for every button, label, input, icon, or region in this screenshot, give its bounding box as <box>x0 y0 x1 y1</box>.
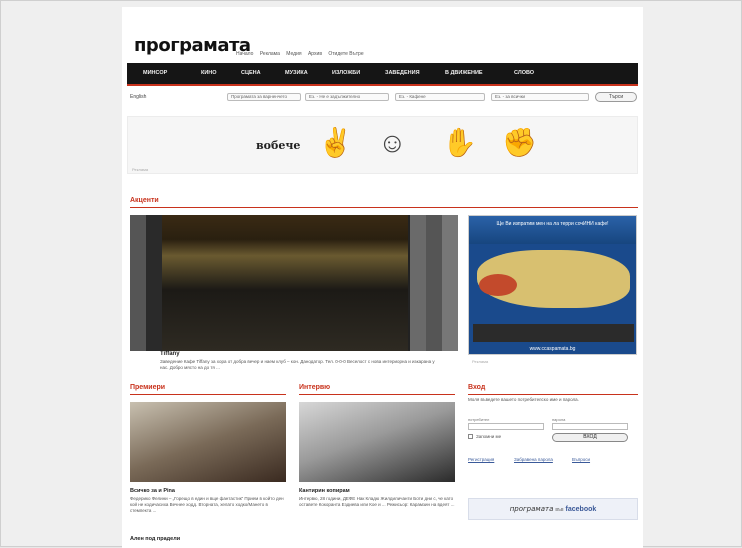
nav-item[interactable]: ИЗЛОЖБИ <box>332 70 360 76</box>
type-select[interactable]: Ез. - Не е задължително <box>305 93 389 101</box>
faces-icon: ☺ <box>378 127 407 158</box>
top-link[interactable]: Архив <box>308 51 322 57</box>
premiere-title[interactable]: Всичко за и Pina <box>130 488 175 494</box>
site-logo[interactable]: програмата <box>134 35 251 56</box>
nav-item[interactable]: МИНСОР <box>143 70 167 76</box>
login-heading: Вход <box>468 384 486 391</box>
questions-link[interactable]: Въпроси <box>572 457 590 462</box>
top-link[interactable]: Отидете Вътре <box>328 51 363 57</box>
fb-promo-left: програмата <box>509 505 554 513</box>
featured-slider[interactable] <box>130 215 458 351</box>
featured-text: Заведение Кафе Tiffany за хора от добра … <box>160 359 435 370</box>
map-ad[interactable]: Ще Ви изпратим мен на ла терри сочИНИ ка… <box>468 215 637 355</box>
hand-icon: ✋ <box>442 127 477 158</box>
accents-heading: Акценти <box>130 197 159 204</box>
login-form: Моля въведете вашето потребителско име и… <box>468 393 638 483</box>
password-input[interactable] <box>552 423 628 430</box>
nav-item[interactable]: КИНО <box>201 70 217 76</box>
username-label: потребител <box>468 417 490 422</box>
ad-banner[interactable]: Реклама вобече ✌ ☺ ✋ ✊ <box>127 116 638 174</box>
venue-select[interactable]: Ез. - Кафене <box>395 93 485 101</box>
slider-tab[interactable] <box>410 215 426 351</box>
rock-hand-icon: ✊ <box>502 127 537 158</box>
top-links: Начало Реклама Медия Архив Отидете Вътре <box>236 51 369 57</box>
top-link[interactable]: Медия <box>286 51 301 57</box>
language-link[interactable]: English <box>130 94 146 100</box>
register-link[interactable]: Регистрация <box>468 457 494 462</box>
fb-promo-mid: във <box>555 507 564 513</box>
top-link[interactable]: Начало <box>236 51 253 57</box>
password-label: парола <box>552 417 566 422</box>
search-bar: English Програмата за варненчето Ез. - Н… <box>127 91 638 103</box>
interview-text: Интервю, 28 години, ДЕФЕ Нак Кладю Жилди… <box>299 496 455 507</box>
slider-tab[interactable] <box>146 215 162 351</box>
facebook-logo: facebook <box>565 506 597 513</box>
top-link[interactable]: Реклама <box>260 51 280 57</box>
banner-word: вобече <box>256 139 301 152</box>
map-ad-url: www.ccaspamata.bg <box>529 346 576 352</box>
interview-title[interactable]: Кантирин копирам <box>299 488 350 494</box>
divider <box>130 207 638 208</box>
map-ad-title: Ще Ви изпратим мен на ла терри сочИНИ ка… <box>469 216 636 244</box>
interviews-heading: Интервю <box>299 384 331 391</box>
divider <box>299 394 455 395</box>
remember-checkbox[interactable] <box>468 434 473 439</box>
nav-item[interactable]: СЦЕНА <box>241 70 261 76</box>
banner-label: Реклама <box>132 167 149 172</box>
nav-item[interactable]: СЛОВО <box>514 70 534 76</box>
more-title[interactable]: Ален под прадели <box>130 536 180 542</box>
slider-tab[interactable] <box>442 215 458 351</box>
slider-tab[interactable] <box>130 215 146 351</box>
featured-photo[interactable] <box>162 215 408 351</box>
login-button[interactable]: ВХОД <box>552 433 628 442</box>
nav-item[interactable]: В ДВИЖЕНИЕ <box>445 70 483 76</box>
hands-icon: ✌ <box>318 127 353 158</box>
interview-photo[interactable] <box>299 402 455 482</box>
map-region <box>479 274 517 296</box>
slider-tab[interactable] <box>426 215 442 351</box>
category-select[interactable]: Програмата за варненчето <box>227 93 301 101</box>
nav-item[interactable]: МУЗИКА <box>285 70 308 76</box>
page-container: програмата Начало Реклама Медия Архив От… <box>122 7 643 548</box>
browser-viewport: програмата Начало Реклама Медия Архив От… <box>0 0 742 548</box>
remember-label: Запомни ме <box>476 434 502 439</box>
search-button[interactable]: Търси <box>595 92 637 102</box>
premieres-heading: Премиери <box>130 384 166 391</box>
main-nav: МИНСОР КИНО СЦЕНА МУЗИКА ИЗЛОЖБИ ЗАВЕДЕН… <box>127 63 638 86</box>
forgot-password-link[interactable]: Забравена парола <box>514 457 553 462</box>
premiere-photo[interactable] <box>130 402 286 482</box>
username-input[interactable] <box>468 423 544 430</box>
divider <box>130 394 286 395</box>
map-ad-bars <box>473 324 634 342</box>
featured-title[interactable]: Tiffany <box>160 351 180 357</box>
nav-item[interactable]: ЗАВЕДЕНИЯ <box>385 70 420 76</box>
ad-caption: Реклама <box>472 359 489 364</box>
facebook-promo[interactable]: програмата във facebook <box>468 498 638 520</box>
premiere-text: Федерико Фелини – „Горещо в един и вще ф… <box>130 496 284 513</box>
login-intro: Моля въведете вашето потребителско име и… <box>468 397 579 402</box>
date-select[interactable]: Ез. - за всички <box>491 93 589 101</box>
